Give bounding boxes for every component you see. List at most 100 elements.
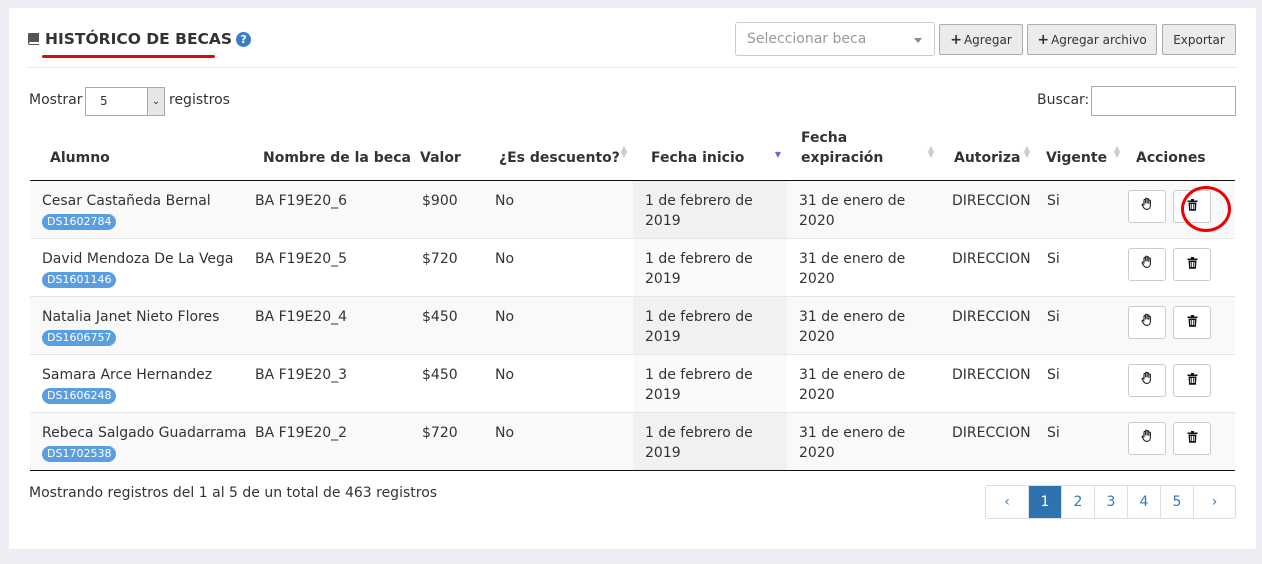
beca-value: $450: [422, 309, 458, 325]
search-input[interactable]: [1091, 86, 1236, 116]
add-file-button[interactable]: + Agregar archivo: [1027, 24, 1157, 55]
trash-icon: [1187, 371, 1198, 391]
table-row: David Mendoza De La Vega DS1601146 BA F19E…: [30, 238, 1235, 297]
hand-button[interactable]: [1128, 306, 1166, 339]
beca-name: BA F19E20_5: [255, 251, 348, 267]
is-active: Si: [1047, 425, 1060, 441]
start-date: 1 de febrero de 2019: [645, 193, 753, 229]
beca-name: BA F19E20_2: [255, 425, 348, 441]
hand-button[interactable]: [1128, 364, 1166, 397]
start-date: 1 de febrero de 2019: [645, 251, 753, 287]
authorized-by: DIRECCION: [952, 193, 1031, 209]
hand-icon: [1140, 255, 1154, 275]
student-name: Natalia Janet Nieto Flores: [42, 309, 220, 325]
caret-down-icon: [914, 38, 922, 43]
expiration-date: 31 de enero de 2020: [799, 251, 906, 287]
is-discount: No: [495, 193, 515, 209]
expiration-date: 31 de enero de 2020: [799, 425, 906, 461]
export-button[interactable]: Exportar: [1162, 24, 1236, 55]
col-autoriza[interactable]: Autoriza ▲ ▼: [940, 128, 1036, 181]
student-id-badge: DS1602784: [42, 214, 117, 230]
authorized-by: DIRECCION: [952, 425, 1031, 441]
pagination-prev[interactable]: ‹: [986, 486, 1028, 518]
authorized-by: DIRECCION: [952, 309, 1031, 325]
delete-button[interactable]: [1173, 306, 1211, 339]
hand-button[interactable]: [1128, 248, 1166, 281]
col-valor[interactable]: Valor: [420, 128, 493, 181]
help-icon[interactable]: ?: [236, 31, 252, 47]
expiration-date: 31 de enero de 2020: [799, 367, 906, 403]
panel: HISTÓRICO DE BECAS ? Seleccionar beca + A…: [9, 8, 1256, 549]
col-vigente[interactable]: Vigente ▲ ▼: [1036, 128, 1126, 181]
start-date: 1 de febrero de 2019: [645, 425, 753, 461]
sort-icon: ▲ ▼: [927, 144, 934, 159]
sort-desc-icon: ▼: [774, 150, 781, 159]
length-label: Mostrar: [29, 92, 83, 108]
pagination-page[interactable]: 5: [1160, 486, 1193, 518]
trash-icon: [1187, 255, 1198, 275]
delete-button[interactable]: [1173, 364, 1211, 397]
beca-name: BA F19E20_3: [255, 367, 348, 383]
col-acciones: Acciones: [1126, 128, 1235, 181]
pagination: ‹ 1 2 3 4 5 ›: [985, 485, 1236, 519]
pagination-page[interactable]: 4: [1127, 486, 1160, 518]
trash-icon: [1187, 313, 1198, 333]
is-active: Si: [1047, 367, 1060, 383]
length-suffix: registros: [169, 92, 230, 108]
pagination-page[interactable]: 3: [1094, 486, 1127, 518]
student-name: Samara Arce Hernandez: [42, 367, 213, 383]
col-descuento[interactable]: ¿Es descuento? ▲ ▼: [493, 128, 633, 181]
is-discount: No: [495, 425, 515, 441]
length-value: 5: [100, 94, 108, 108]
pagination-page[interactable]: 2: [1061, 486, 1094, 518]
is-active: Si: [1047, 193, 1060, 209]
col-fecha-inicio[interactable]: Fecha inicio ▼: [633, 128, 787, 181]
student-id-badge: DS1606248: [42, 388, 117, 404]
becas-table: Alumno Nombre de la beca Valor ¿Es descu…: [30, 128, 1235, 471]
authorized-by: DIRECCION: [952, 367, 1031, 383]
chevron-down-icon: ⌄: [147, 88, 164, 115]
col-alumno[interactable]: Alumno: [30, 128, 255, 181]
student-id-badge: DS1601146: [42, 272, 117, 288]
hand-icon: [1140, 313, 1154, 333]
beca-select[interactable]: Seleccionar beca: [735, 22, 935, 56]
expiration-date: 31 de enero de 2020: [799, 309, 906, 345]
table-row: Natalia Janet Nieto Flores DS1606757 BA F1…: [30, 296, 1235, 355]
highlight-circle: [1181, 186, 1231, 232]
hand-icon: [1140, 197, 1154, 217]
add-button-label: Agregar: [963, 32, 1012, 47]
sort-icon: ▲ ▼: [1023, 144, 1030, 159]
is-active: Si: [1047, 309, 1060, 325]
col-nombre[interactable]: Nombre de la beca: [255, 128, 420, 181]
add-file-button-label: Agregar archivo: [1051, 32, 1147, 47]
sort-icon: ▲ ▼: [620, 144, 627, 159]
beca-value: $720: [422, 425, 458, 441]
hand-button[interactable]: [1128, 422, 1166, 455]
student-id-badge: DS1702538: [42, 446, 117, 462]
start-date: 1 de febrero de 2019: [645, 309, 753, 345]
add-button[interactable]: + Agregar: [939, 24, 1023, 55]
start-date: 1 de febrero de 2019: [645, 367, 753, 403]
hand-icon: [1140, 429, 1154, 449]
beca-value: $900: [422, 193, 458, 209]
export-button-label: Exportar: [1173, 32, 1225, 47]
length-select[interactable]: 5 ⌄: [85, 87, 165, 116]
beca-select-placeholder: Seleccionar beca: [747, 31, 867, 47]
pagination-page[interactable]: 1: [1028, 486, 1061, 518]
table-row: Cesar Castañeda Bernal DS1602784 BA F19E20…: [30, 180, 1235, 239]
book-icon: [28, 33, 39, 45]
pagination-next[interactable]: ›: [1193, 486, 1235, 518]
beca-value: $720: [422, 251, 458, 267]
search-label: Buscar:: [1037, 92, 1090, 108]
student-id-badge: DS1606757: [42, 330, 117, 346]
is-discount: No: [495, 309, 515, 325]
trash-icon: [1187, 429, 1198, 449]
delete-button[interactable]: [1173, 422, 1211, 455]
delete-button[interactable]: [1173, 248, 1211, 281]
student-name: Rebeca Salgado Guadarrama: [42, 425, 247, 441]
beca-name: BA F19E20_6: [255, 193, 348, 209]
authorized-by: DIRECCION: [952, 251, 1031, 267]
col-fecha-exp[interactable]: Fecha expiración ▲ ▼: [787, 128, 940, 181]
page-title: HISTÓRICO DE BECAS ?: [27, 30, 252, 48]
hand-button[interactable]: [1128, 190, 1166, 223]
